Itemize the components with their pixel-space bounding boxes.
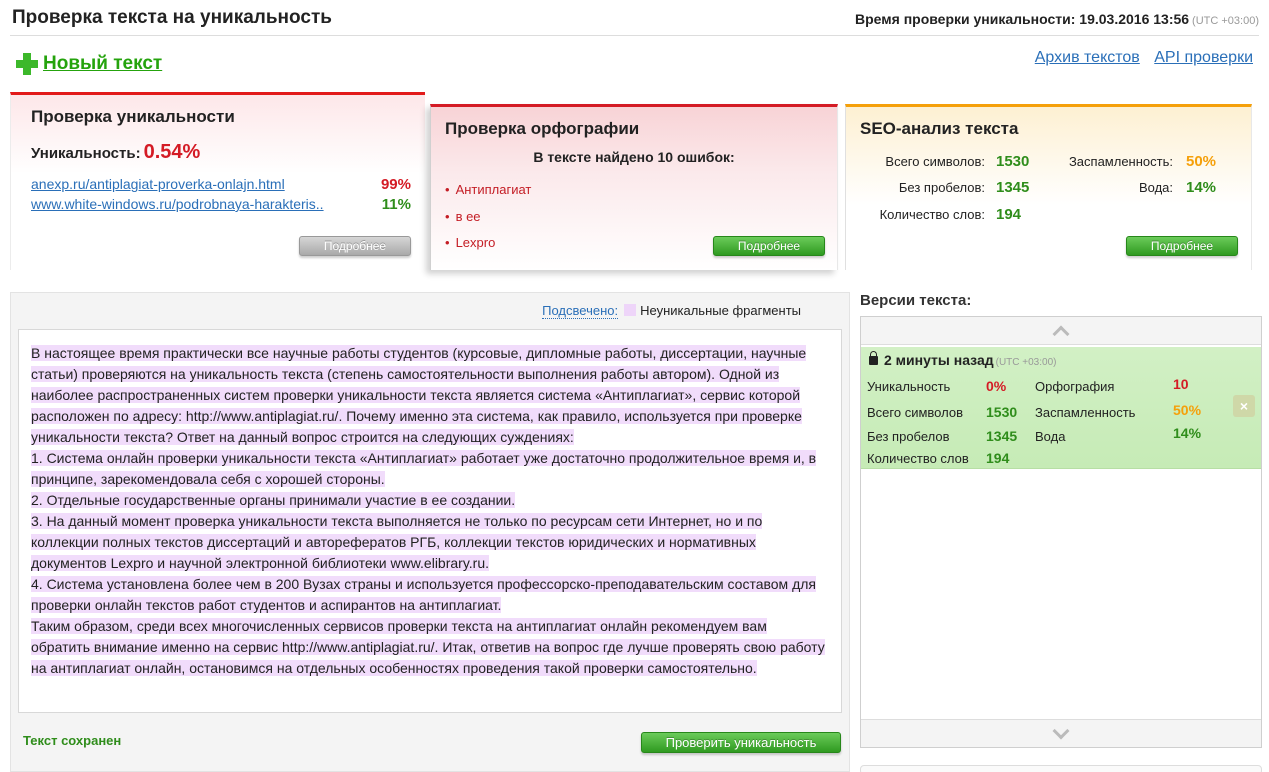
version-item[interactable]: 2 минуты назад (UTC +03:00) Уникальность … [861,347,1261,469]
check-time-label: Время проверки уникальности: 19.03.2016 … [855,11,1190,27]
top-links: Архив текстов API проверки [1025,49,1253,67]
seo-words-label: Количество слов: [879,207,985,222]
highlight-swatch [624,304,637,316]
versions-scroll-down[interactable] [861,719,1261,747]
seo-spam-value: 50% [1186,153,1217,170]
version-chars-value: 1530 [986,404,1018,420]
text-paragraph: 3. На данный момент проверка уникальност… [31,513,763,571]
versions-footer [860,765,1262,772]
text-paragraph: 1. Система онлайн проверки уникальности … [31,450,817,487]
api-link[interactable]: API проверки [1154,49,1253,66]
text-editor[interactable]: В настоящее время практически все научны… [18,329,842,713]
versions-title: Версии текста: [860,292,972,309]
uniqueness-label: Уникальность: [31,145,141,162]
spelling-card[interactable]: Проверка орфографии В тексте найдено 10 … [430,104,838,270]
version-uniq-label: Уникальность [867,379,951,394]
seo-chars-value: 1530 [996,153,1030,170]
chevron-up-icon [1052,325,1070,343]
highlight-legend: Подсвечено: Неуникальные фрагменты [542,303,801,319]
version-time: 2 минуты назад (UTC +03:00) [869,351,1057,368]
spelling-more-button[interactable]: Подробнее [713,236,825,256]
seo-card-title: SEO-анализ текста [860,119,1019,138]
highlight-label[interactable]: Подсвечено: [542,303,619,319]
spelling-error-item[interactable]: Антиплагиат [445,182,532,197]
editor-panel: Подсвечено: Неуникальные фрагменты В наст… [10,292,850,772]
version-words-value: 194 [986,450,1010,466]
text-paragraph: 4. Система установлена более чем в 200 В… [31,576,816,613]
spelling-error-item[interactable]: Lexpro [445,235,496,250]
version-spam-label: Заспамленность [1035,405,1136,420]
uniqueness-value: 0.54% [143,141,201,163]
uniqueness-row: Уникальность: 0.54% [31,141,200,164]
spelling-card-title: Проверка орфографии [445,119,640,138]
highlight-legend-text: Неуникальные фрагменты [640,303,801,318]
versions-panel: 2 минуты назад (UTC +03:00) Уникальность … [860,316,1262,748]
plus-icon [15,52,39,76]
chevron-down-icon [1052,722,1070,740]
new-text-button[interactable]: Новый текст [15,52,162,76]
source-percent: 11% [381,196,411,213]
seo-chars-label: Всего символов: [885,154,985,169]
source-link[interactable]: anexp.ru/antiplagiat-proverka-onlajn.htm… [31,176,285,192]
seo-nospace-value: 1345 [996,179,1030,196]
source-row: www.white-windows.ru/podrobnaya-harakter… [31,196,411,213]
header-divider [10,35,1259,36]
versions-scroll-up[interactable] [861,317,1261,345]
seo-card[interactable]: SEO-анализ текста Всего символов: 1530 Б… [845,104,1252,270]
spelling-summary: В тексте найдено 10 ошибок: [533,149,735,165]
source-link[interactable]: www.white-windows.ru/podrobnaya-harakter… [31,196,324,212]
version-spam-value: 50% [1173,402,1202,418]
version-time-label: 2 минуты назад [884,352,994,368]
seo-more-button[interactable]: Подробнее [1126,236,1238,256]
lock-icon [869,351,878,365]
uniqueness-more-button[interactable]: Подробнее [299,236,411,256]
check-time: Время проверки уникальности: 19.03.2016 … [855,11,1259,27]
uniqueness-card[interactable]: Проверка уникальности Уникальность: 0.54%… [10,92,425,270]
version-chars-label: Всего символов [867,405,963,420]
version-water-label: Вода [1035,429,1066,444]
version-tz: (UTC +03:00) [995,357,1057,368]
seo-words-value: 194 [996,206,1022,223]
version-nospace-label: Без пробелов [867,429,950,444]
uniqueness-card-title: Проверка уникальности [31,107,235,126]
archive-link[interactable]: Архив текстов [1035,49,1140,66]
seo-water-value: 14% [1186,179,1217,196]
version-nospace-value: 1345 [986,428,1018,444]
check-time-tz: (UTC +03:00) [1192,15,1259,27]
version-water-value: 14% [1173,425,1202,441]
spelling-error-item[interactable]: в ее [445,209,481,224]
seo-nospace-label: Без пробелов: [898,180,985,195]
version-spell-value: 10 [1173,376,1189,392]
seo-water-label: Вода: [1138,180,1173,195]
version-words-label: Количество слов [867,451,969,466]
seo-spam-label: Заспамленность: [1068,154,1173,169]
source-percent: 99% [380,176,411,193]
text-paragraph: Таким образом, среди всех многочисленных… [31,618,825,676]
saved-status: Текст сохранен [23,733,122,748]
new-text-label: Новый текст [43,53,163,74]
version-uniq-value: 0% [986,378,1007,394]
check-uniqueness-button[interactable]: Проверить уникальность [641,732,841,753]
text-paragraph: 2. Отдельные государственные органы прин… [31,492,516,508]
version-spell-label: Орфография [1035,379,1115,394]
page-title: Проверка текста на уникальность [12,7,332,28]
source-row: anexp.ru/antiplagiat-proverka-onlajn.htm… [31,176,411,193]
version-delete-button[interactable]: × [1233,395,1255,417]
text-paragraph: В настоящее время практически все научны… [31,345,807,445]
